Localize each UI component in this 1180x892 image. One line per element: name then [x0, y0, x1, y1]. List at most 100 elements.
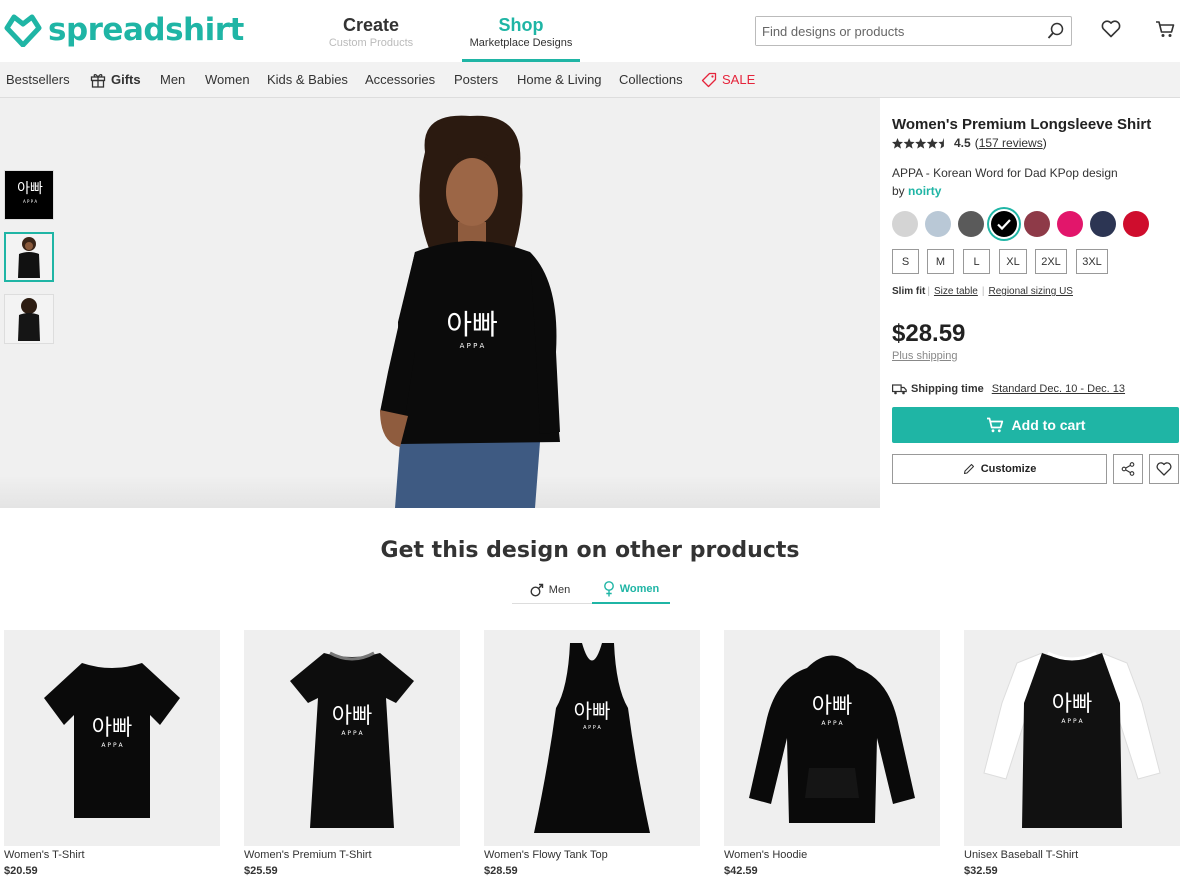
customize-button[interactable]: Customize: [892, 454, 1107, 484]
product-card-image: 아빠 A P P A: [244, 630, 460, 846]
design-name: APPA - Korean Word for Dad KPop design: [892, 166, 1118, 180]
search-box: [755, 16, 1072, 46]
product-rating: 4.5 (157 reviews): [892, 136, 1047, 150]
male-symbol-icon: [530, 583, 543, 597]
color-swatch[interactable]: [925, 211, 951, 237]
product-card-name: Women's Hoodie: [724, 849, 808, 861]
card-design-text: 아빠: [332, 704, 372, 729]
card-design-text: 아빠: [812, 694, 852, 719]
nav-gifts-label: Gifts: [111, 72, 141, 87]
female-symbol-icon: [603, 581, 614, 597]
card-design-subtext: A P P A: [341, 730, 363, 737]
product-card[interactable]: 아빠 A P P A Unisex Baseball T-Shirt $32.59: [964, 630, 1180, 877]
rating-stars-icon: [892, 137, 944, 149]
nav-gifts[interactable]: Gifts: [90, 72, 141, 88]
tab-create[interactable]: Create Custom Products: [322, 14, 420, 50]
thumbnail-design-text: 아빠: [17, 181, 43, 197]
tab-shop[interactable]: Shop Marketplace Designs: [462, 14, 580, 62]
size-l[interactable]: L: [963, 249, 990, 274]
nav-collections[interactable]: Collections: [619, 72, 683, 88]
product-card-price: $25.59: [244, 865, 278, 877]
card-design-subtext: A P P A: [101, 742, 123, 749]
thumbnail-back[interactable]: [4, 294, 54, 344]
tab-men-label: Men: [548, 584, 571, 596]
card-design-subtext: A P P A: [1061, 718, 1083, 725]
product-card-price: $42.59: [724, 865, 758, 877]
reviews-count: 157 reviews: [978, 136, 1043, 150]
color-swatch[interactable]: [1057, 211, 1083, 237]
sale-tag-icon: [701, 72, 717, 88]
add-to-cart-button[interactable]: Add to cart: [892, 407, 1179, 443]
designer-link[interactable]: noirty: [908, 184, 941, 198]
tab-create-sub: Custom Products: [328, 37, 414, 49]
product-card[interactable]: 아빠 A P P A Women's Hoodie $42.59: [724, 630, 940, 877]
add-to-cart-label: Add to cart: [1011, 417, 1086, 433]
size-s[interactable]: S: [892, 249, 919, 274]
size-xl[interactable]: XL: [999, 249, 1027, 274]
pencil-icon: [963, 463, 974, 475]
truck-icon: [892, 383, 907, 394]
color-swatch[interactable]: [958, 211, 984, 237]
nav-sale[interactable]: SALE: [701, 72, 755, 88]
gift-icon: [90, 74, 106, 88]
thumbnail-front[interactable]: [4, 232, 54, 282]
product-card-image: 아빠 A P P A: [484, 630, 700, 846]
shipping-time-label: Shipping time: [911, 383, 984, 395]
tab-create-label: Create: [342, 15, 400, 35]
shirt-design-text: 아빠: [446, 308, 498, 341]
color-swatch[interactable]: [1024, 211, 1050, 237]
color-swatch[interactable]: [1090, 211, 1116, 237]
designer-line: by noirty: [892, 184, 941, 198]
nav-kids-babies[interactable]: Kids & Babies: [267, 72, 348, 88]
nav-bestsellers[interactable]: Bestsellers: [6, 72, 70, 88]
reviews-link[interactable]: (157 reviews): [975, 136, 1047, 150]
size-table-link[interactable]: Size table: [934, 286, 978, 297]
card-design-subtext: A P P A: [821, 720, 843, 727]
product-card[interactable]: 아빠 A P P A Women's T-Shirt $20.59: [4, 630, 220, 877]
tab-women[interactable]: Women: [592, 576, 670, 604]
nav-men[interactable]: Men: [160, 72, 185, 88]
check-icon: [997, 219, 1011, 231]
wishlist-heart-icon[interactable]: [1101, 20, 1121, 43]
color-swatch[interactable]: [892, 211, 918, 237]
tab-men[interactable]: Men: [520, 576, 580, 604]
nav-sale-label: SALE: [722, 72, 756, 87]
tab-shop-sub: Marketplace Designs: [469, 37, 573, 49]
color-swatch[interactable]: [991, 211, 1017, 237]
nav-posters[interactable]: Posters: [454, 72, 498, 88]
search-icon[interactable]: [1041, 22, 1071, 40]
tab-shop-label: Shop: [498, 15, 544, 35]
thumbnail-design-subtext: A P P A: [23, 199, 37, 204]
shipping-time-value[interactable]: Standard Dec. 10 - Dec. 13: [992, 383, 1125, 395]
favorite-button[interactable]: [1149, 454, 1179, 484]
designer-by-label: by: [892, 184, 905, 198]
product-card-image: 아빠 A P P A: [4, 630, 220, 846]
regional-sizing-link[interactable]: Regional sizing US: [988, 286, 1073, 297]
nav-women[interactable]: Women: [205, 72, 250, 88]
size-2xl[interactable]: 2XL: [1035, 249, 1067, 274]
product-card-price: $20.59: [4, 865, 38, 877]
cart-icon[interactable]: [1155, 20, 1175, 43]
color-swatch[interactable]: [1123, 211, 1149, 237]
customize-label: Customize: [980, 463, 1037, 475]
product-card-name: Unisex Baseball T-Shirt: [964, 849, 1079, 861]
search-input[interactable]: [756, 17, 1041, 45]
product-card-price: $28.59: [484, 865, 518, 877]
plus-shipping-link[interactable]: Plus shipping: [892, 350, 957, 362]
nav-accessories[interactable]: Accessories: [365, 72, 435, 88]
card-design-text: 아빠: [1052, 692, 1092, 717]
site-header: spreadshirt Create Custom Products Shop …: [0, 0, 1180, 62]
thumbnail-design[interactable]: 아빠 A P P A: [4, 170, 54, 220]
product-card[interactable]: 아빠 A P P A Women's Premium T-Shirt $25.59: [244, 630, 460, 877]
heart-icon: [1156, 462, 1172, 476]
product-card[interactable]: 아빠 A P P A Women's Flowy Tank Top $28.59: [484, 630, 700, 877]
product-card-name: Women's Premium T-Shirt: [244, 849, 372, 861]
spreadshirt-logo[interactable]: spreadshirt: [4, 12, 244, 48]
other-products-title: Get this design on other products: [380, 538, 800, 563]
size-m[interactable]: M: [927, 249, 954, 274]
tab-women-label: Women: [619, 583, 660, 595]
share-button[interactable]: [1113, 454, 1143, 484]
card-design-subtext: A P P A: [583, 725, 601, 731]
size-3xl[interactable]: 3XL: [1076, 249, 1108, 274]
nav-home-living[interactable]: Home & Living: [517, 72, 602, 88]
